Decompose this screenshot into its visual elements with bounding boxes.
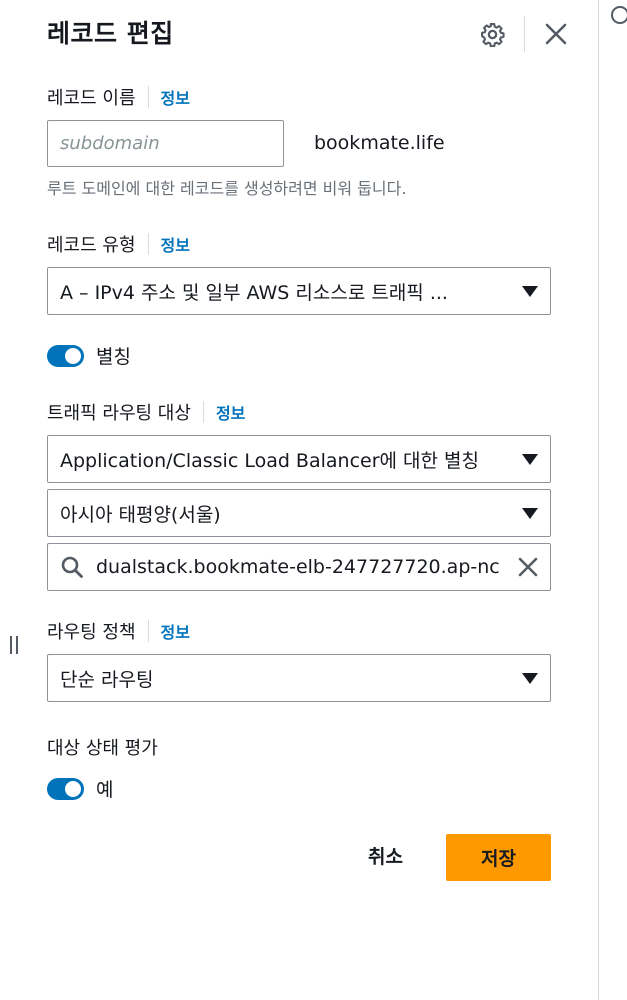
label-separator — [147, 233, 149, 255]
info-icon[interactable] — [611, 6, 627, 24]
traffic-target-info-link[interactable]: 정보 — [216, 400, 245, 424]
routing-policy-select[interactable]: 단순 라우팅 — [47, 654, 551, 702]
gear-icon[interactable] — [480, 22, 505, 47]
handle-bar — [16, 636, 18, 654]
health-check-toggle[interactable] — [47, 777, 84, 800]
health-check-label: 대상 상태 평가 — [47, 738, 158, 759]
alias-toggle[interactable] — [47, 344, 84, 367]
caret-down-icon — [522, 507, 538, 519]
region-select[interactable]: 아시아 태평양(서울) — [47, 489, 551, 537]
endpoint-search-input[interactable]: dualstack.bookmate-elb-247727720.ap-nc — [47, 543, 551, 591]
edit-record-panel: 레코드 편집 레코드 이름 정보 subdomain bookmate.life… — [0, 0, 598, 1000]
caret-down-icon — [522, 285, 538, 297]
record-name-placeholder: subdomain — [60, 133, 160, 154]
record-name-help: 루트 도메인에 대한 레코드를 생성하려면 비워 둡니다. — [47, 179, 407, 198]
record-type-label: 레코드 유형 — [47, 235, 136, 256]
endpoint-value: dualstack.bookmate-elb-247727720.ap-nc — [96, 556, 500, 578]
search-icon — [61, 556, 83, 578]
health-check-toggle-label: 예 — [96, 779, 114, 801]
header-divider — [524, 16, 525, 52]
toggle-knob — [65, 780, 81, 797]
caret-down-icon — [522, 672, 538, 684]
traffic-target-label-row: 트래픽 라우팅 대상 정보 — [47, 399, 245, 425]
cancel-button[interactable]: 취소 — [368, 842, 403, 869]
close-icon[interactable] — [544, 22, 568, 46]
health-check-toggle-row: 예 — [47, 775, 113, 802]
routing-policy-info-link[interactable]: 정보 — [161, 619, 190, 643]
record-name-info-link[interactable]: 정보 — [161, 85, 190, 109]
record-type-value: A – IPv4 주소 및 일부 AWS 리소스로 트래픽 ... — [60, 281, 448, 304]
record-name-label: 레코드 이름 — [47, 88, 136, 109]
traffic-target-label: 트래픽 라우팅 대상 — [47, 403, 191, 424]
save-button[interactable]: 저장 — [446, 834, 551, 881]
caret-down-icon — [522, 453, 538, 465]
clear-icon[interactable] — [516, 555, 540, 579]
record-type-info-link[interactable]: 정보 — [161, 232, 190, 256]
right-side-strip — [599, 0, 627, 1000]
save-button-label: 저장 — [481, 848, 516, 870]
handle-bar — [10, 636, 12, 654]
record-name-label-row: 레코드 이름 정보 — [47, 84, 190, 110]
toggle-knob — [65, 347, 81, 364]
endpoint-type-value: Application/Classic Load Balancer에 대한 별칭 — [60, 449, 480, 472]
resize-handle[interactable] — [9, 636, 21, 654]
record-type-label-row: 레코드 유형 정보 — [47, 231, 190, 257]
routing-policy-value: 단순 라우팅 — [60, 668, 154, 691]
label-separator — [147, 620, 149, 642]
domain-suffix: bookmate.life — [314, 132, 445, 154]
panel-title: 레코드 편집 — [47, 19, 174, 48]
routing-policy-label-row: 라우팅 정책 정보 — [47, 618, 190, 644]
label-separator — [147, 86, 149, 108]
region-value: 아시아 태평양(서울) — [60, 503, 221, 526]
alias-toggle-row: 별칭 — [47, 342, 131, 369]
record-type-select[interactable]: A – IPv4 주소 및 일부 AWS 리소스로 트래픽 ... — [47, 267, 551, 315]
alias-label: 별칭 — [96, 346, 131, 368]
health-check-label-row: 대상 상태 평가 — [47, 734, 158, 760]
label-separator — [202, 401, 204, 423]
routing-policy-label: 라우팅 정책 — [47, 622, 136, 643]
endpoint-type-select[interactable]: Application/Classic Load Balancer에 대한 별칭 — [47, 435, 551, 483]
record-name-input[interactable]: subdomain — [47, 120, 284, 167]
